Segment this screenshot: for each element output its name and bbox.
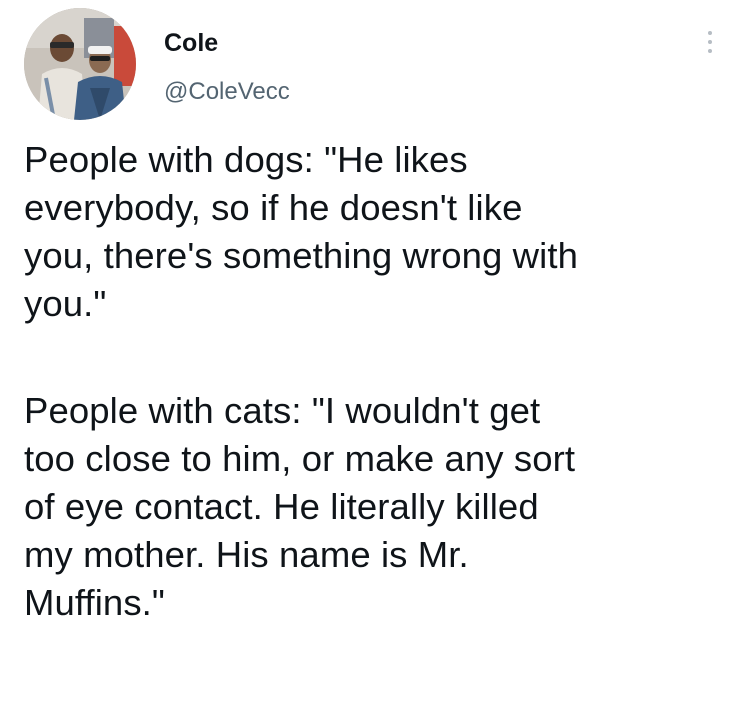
- tweet-line: everybody, so if he doesn't like: [24, 187, 523, 228]
- tweet-line: People with cats: "I wouldn't get: [24, 390, 541, 431]
- profile-photo-icon: [24, 8, 136, 120]
- avatar[interactable]: [24, 8, 136, 120]
- tweet-line: my mother. His name is Mr.: [24, 534, 469, 575]
- more-options-icon-dot: [708, 49, 712, 53]
- tweet-line: of eye contact. He literally killed: [24, 486, 539, 527]
- more-options-icon: [708, 31, 712, 35]
- tweet-line: you.": [24, 283, 107, 324]
- tweet-line: People with dogs: "He likes: [24, 139, 468, 180]
- tweet-text: People with dogs: "He likes everybody, s…: [24, 136, 730, 627]
- tweet-line: you, there's something wrong with: [24, 235, 578, 276]
- author-display-name[interactable]: Cole: [164, 28, 218, 58]
- tweet-card: Cole @ColeVecc People with dogs: "He lik…: [0, 0, 750, 725]
- more-options-icon-dot: [708, 40, 712, 44]
- author-handle[interactable]: @ColeVecc: [164, 78, 290, 106]
- tweet-line: too close to him, or make any sort: [24, 438, 576, 479]
- more-options-button[interactable]: [696, 24, 724, 60]
- tweet-line: Muffins.": [24, 582, 165, 623]
- tweet-header: Cole @ColeVecc: [24, 8, 726, 120]
